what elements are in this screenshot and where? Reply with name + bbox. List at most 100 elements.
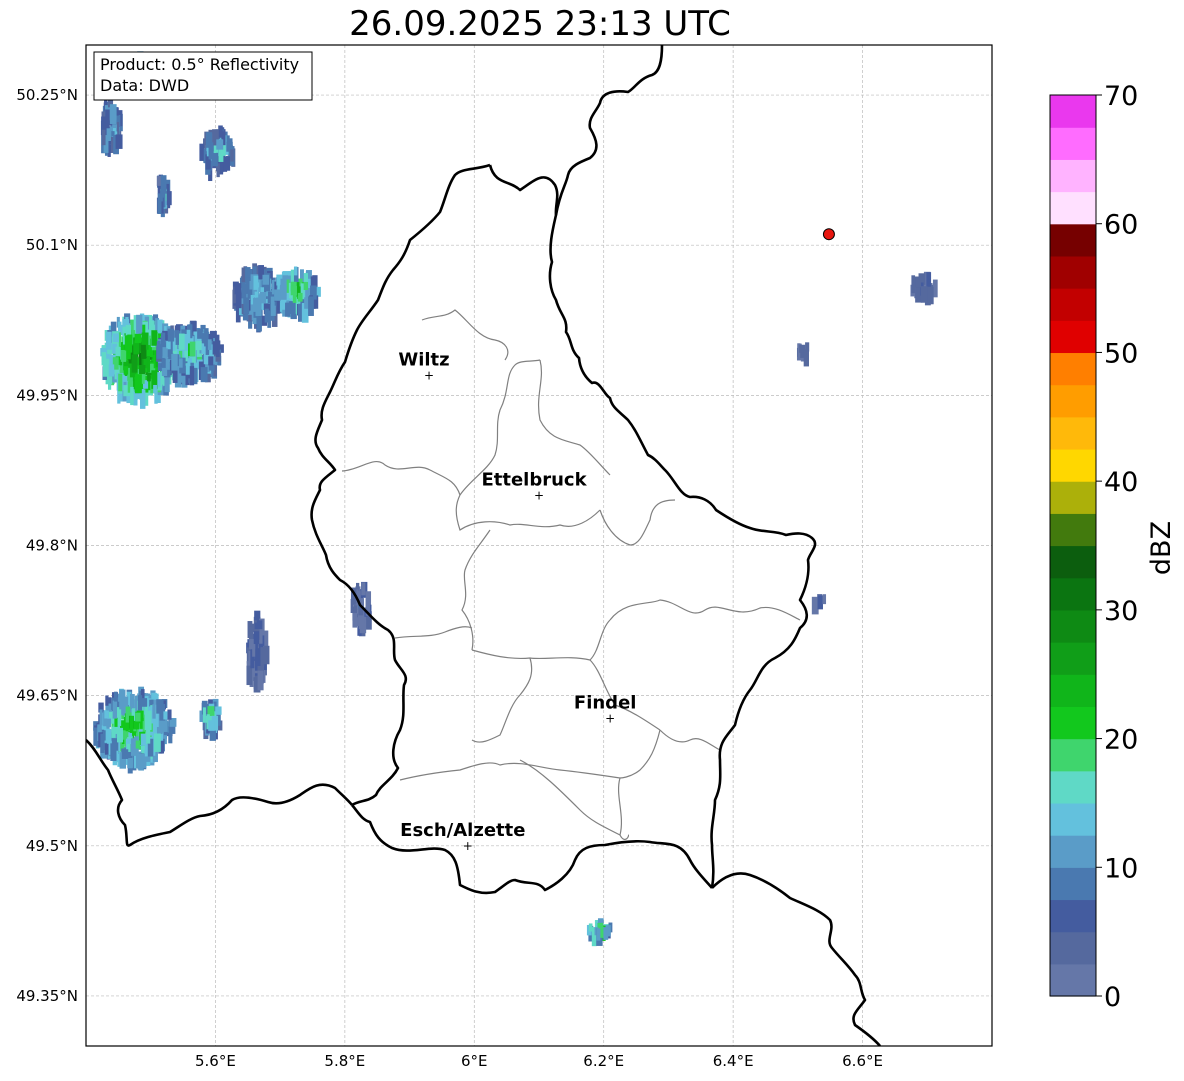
echo-pixel — [189, 341, 196, 357]
echo-pixel — [199, 143, 205, 161]
echo-pixel — [131, 354, 138, 373]
echo-pixel — [274, 289, 281, 301]
colorbar-tick-label: 20 — [1104, 725, 1138, 756]
colorbar-tick-label: 70 — [1104, 81, 1138, 112]
echo-pixel — [280, 278, 287, 296]
echo-pixel — [817, 595, 823, 610]
city-label: Esch/Alzette — [400, 820, 525, 841]
echo-pixel — [202, 707, 206, 723]
echo-pixel — [115, 134, 123, 149]
echo-pixel — [244, 267, 251, 278]
city-marker: + — [463, 839, 473, 853]
echo-pixel — [137, 753, 145, 766]
echo-pixel — [118, 373, 123, 392]
colorbar-swatch — [1050, 448, 1096, 482]
colorbar-swatch — [1050, 802, 1096, 836]
echo-pixel — [100, 733, 105, 754]
echo-pixel — [166, 340, 171, 350]
colorbar-swatch — [1050, 963, 1096, 997]
echo-pixel — [114, 691, 118, 702]
echo-pixel — [157, 319, 163, 334]
echo-pixel — [121, 749, 129, 759]
echo-pixel — [304, 297, 309, 309]
lat-tick-label: 49.95°N — [16, 386, 78, 404]
echo-pixel — [141, 344, 146, 359]
echo-pixel — [256, 316, 262, 332]
echo-pixel — [208, 356, 214, 366]
lat-tick-label: 49.8°N — [26, 537, 78, 555]
echo-pixel — [112, 700, 118, 719]
echo-pixel — [134, 333, 142, 344]
echo-pixel — [596, 928, 601, 941]
echo-pixel — [104, 743, 109, 755]
lon-tick-label: 6.2°E — [583, 1052, 624, 1070]
colorbar-swatch — [1050, 481, 1096, 514]
echo-pixel — [167, 709, 172, 720]
city-label: Wiltz — [398, 349, 449, 370]
echo-pixel — [207, 339, 212, 350]
colorbar-swatch — [1050, 384, 1096, 418]
colorbar-tick-label: 10 — [1104, 853, 1138, 884]
echo-pixel — [168, 726, 173, 744]
echo-pixel — [308, 296, 314, 316]
echo-pixel — [290, 285, 297, 296]
lon-tick-label: 5.8°E — [324, 1052, 365, 1070]
echo-pixel — [129, 716, 134, 733]
radar-site-marker — [822, 228, 835, 241]
lat-tick-label: 49.5°N — [26, 837, 78, 855]
echo-pixel — [111, 726, 116, 740]
echo-pixel — [361, 582, 366, 596]
echo-pixel — [218, 125, 223, 138]
colorbar-swatch — [1050, 352, 1096, 386]
echo-pixel — [235, 292, 242, 309]
echo-pixel — [588, 923, 593, 932]
echo-pixel — [156, 699, 161, 714]
colorbar-swatch — [1050, 899, 1096, 933]
colorbar-tick-label: 60 — [1104, 210, 1138, 241]
echo-pixel — [200, 367, 208, 383]
echo-pixel — [104, 710, 109, 719]
echo-pixel — [105, 331, 112, 350]
colorbar-swatch — [1050, 931, 1096, 965]
info-data-text: Data: DWD — [100, 76, 189, 95]
echo-pixel — [262, 274, 270, 285]
echo-pixel — [146, 728, 151, 744]
echo-pixel — [109, 104, 117, 125]
city-label: Findel — [574, 693, 637, 714]
echo-pixel — [144, 710, 152, 730]
lon-tick-label: 6.6°E — [842, 1052, 883, 1070]
echo-pixel — [253, 298, 257, 312]
echo-pixel — [241, 267, 246, 283]
echo-pixel — [153, 384, 157, 394]
echo-pixel — [130, 386, 134, 406]
echo-pixel — [166, 191, 172, 206]
echo-pixel — [140, 733, 147, 746]
echo-pixel — [157, 200, 162, 214]
colorbar-swatch — [1050, 706, 1096, 740]
colorbar-swatch — [1050, 738, 1096, 772]
echo-pixel — [130, 694, 135, 709]
echo-pixel — [137, 695, 143, 711]
echo-pixel — [101, 352, 107, 366]
echo-pixel — [911, 275, 916, 294]
echo-pixel — [99, 709, 103, 726]
colorbar-swatch — [1050, 867, 1096, 901]
echo-pixel — [208, 720, 215, 731]
colorbar-swatch — [1050, 159, 1096, 193]
colorbar: 0 10 20 30 40 50 60 70 — [1049, 81, 1138, 1013]
colorbar-swatch — [1050, 191, 1096, 225]
lat-tick-label: 50.25°N — [16, 86, 78, 104]
echo-pixel — [253, 275, 259, 290]
echo-pixel — [186, 329, 191, 344]
echo-pixel — [164, 348, 168, 359]
echo-pixel — [135, 740, 140, 749]
echo-pixel — [156, 176, 162, 186]
colorbar-swatch — [1050, 320, 1096, 354]
echo-pixel — [179, 333, 185, 350]
echo-pixel — [108, 364, 115, 377]
echo-pixel — [822, 594, 827, 605]
echo-pixel — [217, 340, 221, 350]
info-product-text: Product: 0.5° Reflectivity — [100, 55, 299, 74]
colorbar-swatch — [1050, 577, 1096, 611]
echo-pixel — [263, 645, 270, 665]
